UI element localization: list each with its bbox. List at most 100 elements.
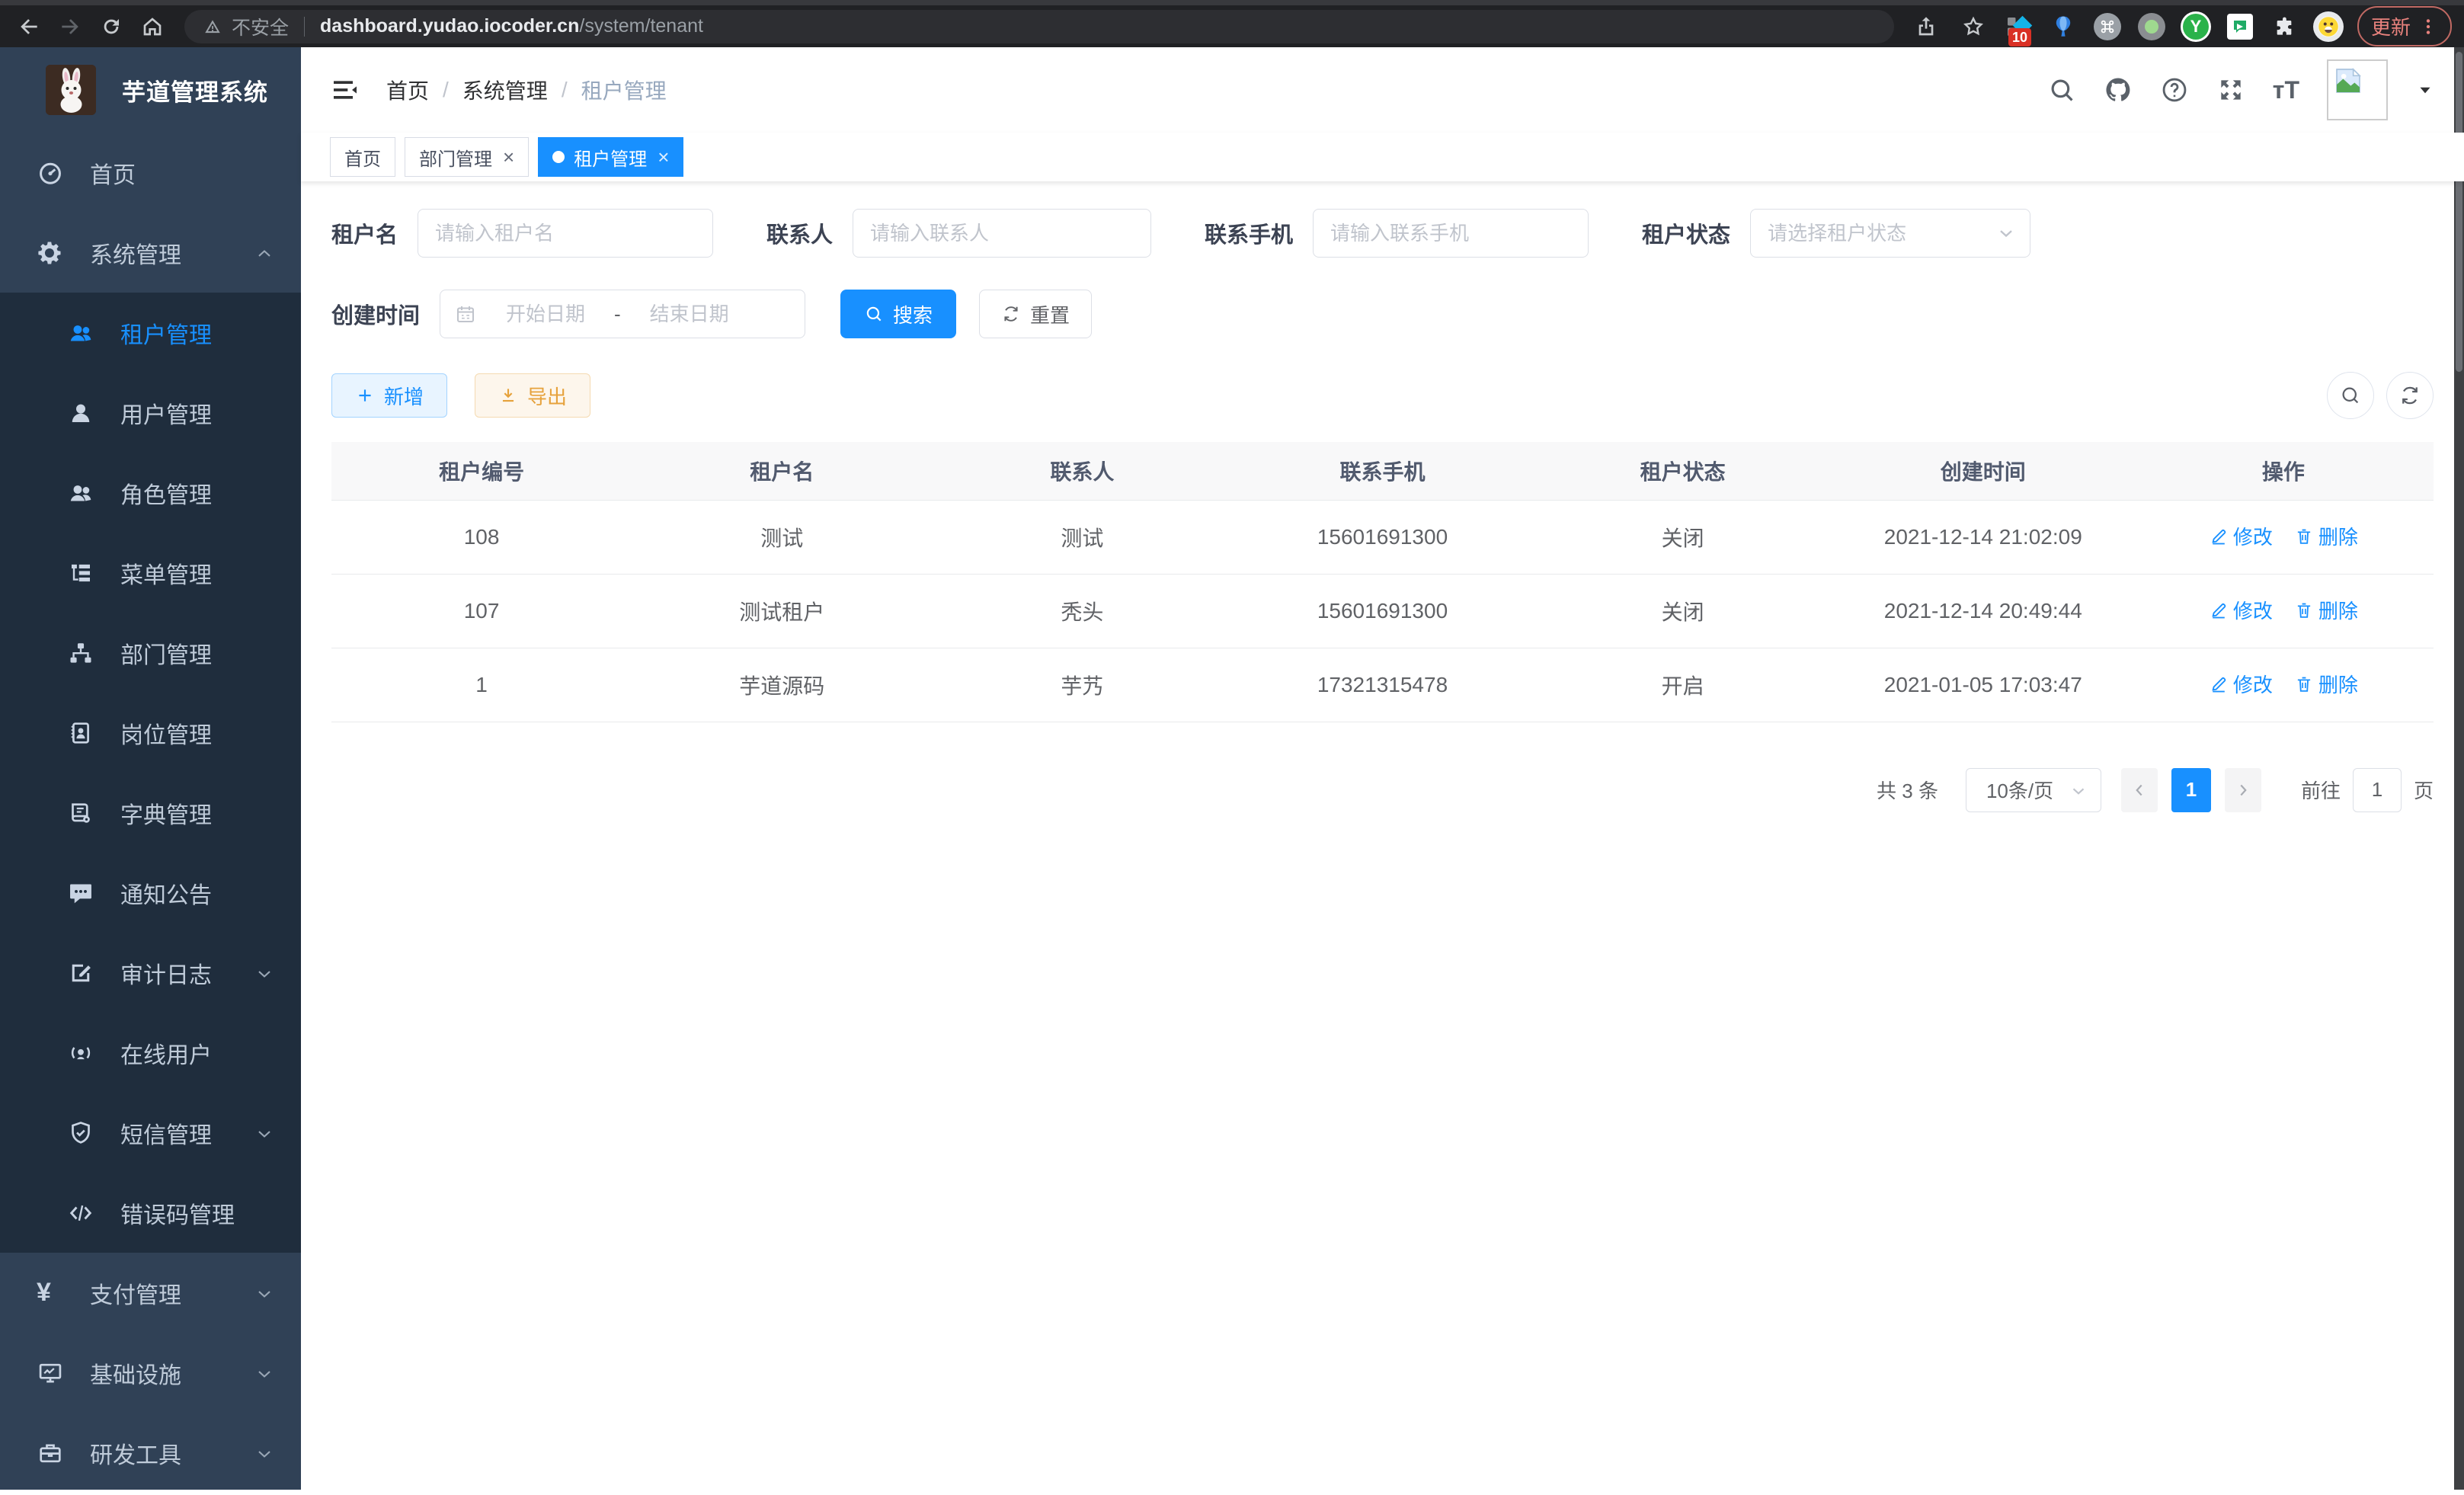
- profile-avatar-icon[interactable]: [2313, 11, 2344, 42]
- github-icon[interactable]: [2104, 75, 2133, 104]
- avatar-caret-down-icon[interactable]: [2415, 80, 2435, 100]
- mobile-input[interactable]: [1313, 209, 1589, 258]
- reset-button[interactable]: 重置: [979, 290, 1092, 338]
- edit-tenant-link[interactable]: 修改: [2209, 596, 2273, 624]
- broken-image-icon: [2333, 66, 2363, 96]
- tenant-name-input[interactable]: [418, 209, 713, 258]
- collapse-sidebar-icon[interactable]: [330, 75, 360, 105]
- delete-tenant-link[interactable]: 删除: [2294, 596, 2358, 624]
- browser-home-icon[interactable]: [136, 10, 169, 43]
- pinned-extension-icon[interactable]: 10: [2004, 11, 2034, 42]
- chevron-down-icon: [254, 960, 275, 986]
- tab-首页[interactable]: 首页: [330, 137, 395, 177]
- sidebar: 芋道管理系统 首页系统管理租户管理用户管理角色管理菜单管理部门管理岗位管理字典管…: [0, 47, 301, 1490]
- sidebar-item-研发工具[interactable]: 研发工具: [0, 1413, 301, 1490]
- refresh-table-button[interactable]: [2386, 372, 2434, 419]
- sidebar-item-首页[interactable]: 首页: [0, 133, 301, 213]
- sidebar-item-在线用户[interactable]: 在线用户: [0, 1013, 301, 1093]
- app-logo[interactable]: 芋道管理系统: [0, 47, 301, 133]
- goto-label: 前往: [2301, 776, 2341, 804]
- users-icon: [67, 319, 94, 347]
- page-size-select[interactable]: 10条/页: [1966, 768, 2101, 812]
- scrollbar[interactable]: [2454, 47, 2464, 1490]
- user-avatar[interactable]: [2327, 59, 2388, 120]
- calendar-icon: [454, 303, 477, 325]
- status-select[interactable]: [1750, 209, 2030, 258]
- breadcrumb: 首页 / 系统管理 / 租户管理: [386, 75, 667, 105]
- fullscreen-icon[interactable]: [2216, 75, 2245, 104]
- sidebar-item-岗位管理[interactable]: 岗位管理: [0, 693, 301, 773]
- search-icon[interactable]: [2047, 75, 2076, 104]
- user-icon: [67, 399, 94, 427]
- share-icon[interactable]: [1909, 10, 1943, 43]
- sidebar-item-系统管理[interactable]: 系统管理: [0, 213, 301, 293]
- tab-租户管理[interactable]: 租户管理×: [538, 137, 683, 177]
- show-search-toggle-button[interactable]: [2327, 372, 2374, 419]
- edit-tenant-link[interactable]: 修改: [2209, 670, 2273, 698]
- chat-extension-icon[interactable]: [2225, 11, 2255, 42]
- address-bar[interactable]: 不安全 dashboard.yudao.iocoder.cn/system/te…: [184, 10, 1894, 43]
- plus-icon: [355, 386, 375, 405]
- chrome-update-button[interactable]: 更新: [2357, 6, 2452, 46]
- url-text: dashboard.yudao.iocoder.cn/system/tenant: [320, 15, 703, 37]
- column-header: 联系手机: [1232, 442, 1532, 500]
- sidebar-item-通知公告[interactable]: 通知公告: [0, 853, 301, 933]
- extension-badge: 10: [2008, 28, 2031, 46]
- shield-icon: [67, 1119, 94, 1147]
- announcement-icon: [67, 879, 94, 907]
- sidebar-item-审计日志[interactable]: 审计日志: [0, 933, 301, 1013]
- balloon-extension-icon[interactable]: [2048, 11, 2078, 42]
- sidebar-item-角色管理[interactable]: 角色管理: [0, 453, 301, 533]
- url-host: dashboard.yudao.iocoder.cn: [320, 15, 579, 37]
- command-extension-icon[interactable]: [2092, 11, 2123, 42]
- sidebar-item-字典管理[interactable]: 字典管理: [0, 773, 301, 853]
- sidebar-item-支付管理[interactable]: ¥支付管理: [0, 1253, 301, 1333]
- bookmark-star-icon[interactable]: [1957, 10, 1990, 43]
- close-tab-icon[interactable]: ×: [658, 147, 669, 167]
- sidebar-item-菜单管理[interactable]: 菜单管理: [0, 533, 301, 613]
- edit-tenant-link[interactable]: 修改: [2209, 522, 2273, 550]
- table-row: 1芋道源码芋艿17321315478开启2021-01-05 17:03:47修…: [331, 648, 2434, 722]
- kebab-menu-icon[interactable]: [2418, 17, 2438, 37]
- sidebar-item-租户管理[interactable]: 租户管理: [0, 293, 301, 373]
- status-select-input[interactable]: [1750, 209, 2030, 258]
- url-path: /system/tenant: [579, 15, 703, 37]
- sidebar-item-部门管理[interactable]: 部门管理: [0, 613, 301, 693]
- delete-tenant-link[interactable]: 删除: [2294, 522, 2358, 550]
- next-page-button[interactable]: [2225, 768, 2261, 812]
- browser-back-icon[interactable]: [12, 10, 46, 43]
- contact-input[interactable]: [853, 209, 1151, 258]
- tab-部门管理[interactable]: 部门管理×: [405, 137, 529, 177]
- close-tab-icon[interactable]: ×: [503, 147, 514, 167]
- sidebar-item-短信管理[interactable]: 短信管理: [0, 1093, 301, 1173]
- font-size-icon[interactable]: ᴛT: [2273, 76, 2299, 104]
- add-button[interactable]: 新增: [331, 373, 447, 418]
- delete-tenant-link[interactable]: 删除: [2294, 670, 2358, 698]
- extensions-puzzle-icon[interactable]: [2269, 11, 2299, 42]
- org-tree-icon: [67, 639, 94, 667]
- sidebar-item-用户管理[interactable]: 用户管理: [0, 373, 301, 453]
- online-user-icon: [67, 1039, 94, 1067]
- goto-page-input[interactable]: [2353, 768, 2402, 812]
- create-time-range-picker[interactable]: -: [440, 290, 805, 338]
- code-icon: [67, 1199, 94, 1227]
- help-icon[interactable]: [2160, 75, 2189, 104]
- browser-reload-icon[interactable]: [94, 10, 128, 43]
- export-button[interactable]: 导出: [475, 373, 590, 418]
- end-date-input[interactable]: [629, 303, 750, 326]
- start-date-input[interactable]: [485, 303, 606, 326]
- y-extension-icon[interactable]: Y: [2181, 11, 2211, 42]
- prev-page-button[interactable]: [2121, 768, 2158, 812]
- scrollbar-thumb[interactable]: [2456, 52, 2462, 372]
- dot-circle-extension-icon[interactable]: [2136, 11, 2167, 42]
- sidebar-item-错误码管理[interactable]: 错误码管理: [0, 1173, 301, 1253]
- chevron-right-icon: [2233, 780, 2253, 800]
- search-button[interactable]: 搜索: [840, 290, 956, 338]
- breadcrumb-system[interactable]: 系统管理: [462, 75, 548, 105]
- date-separator: -: [614, 303, 621, 326]
- breadcrumb-home[interactable]: 首页: [386, 75, 429, 105]
- sidebar-item-基础设施[interactable]: 基础设施: [0, 1333, 301, 1413]
- browser-forward-icon[interactable]: [53, 10, 87, 43]
- browser-toolbar: 不安全 dashboard.yudao.iocoder.cn/system/te…: [0, 0, 2464, 47]
- page-number-1[interactable]: 1: [2171, 768, 2211, 812]
